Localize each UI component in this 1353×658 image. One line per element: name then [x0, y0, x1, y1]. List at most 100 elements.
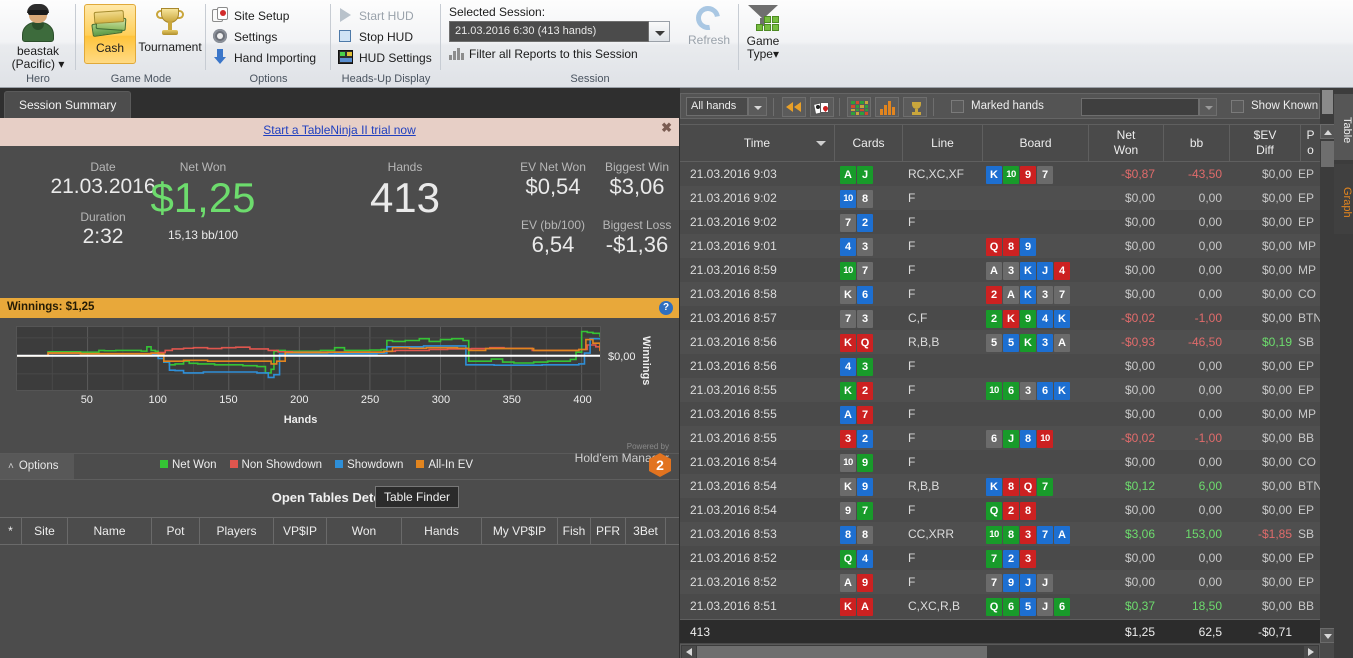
open-tables-column-header[interactable]: 3Bet	[626, 518, 666, 544]
table-row[interactable]: 21.03.2016 8:54 K 9 R,B,B K 8 Q 7 $0,12 6,00 $0,00…	[680, 474, 1320, 498]
marked-hands-select[interactable]	[1081, 98, 1199, 116]
table-row[interactable]: 21.03.2016 9:03 A J RC,XC,XF K 10 9 7 -$0,87 -43,…	[680, 162, 1320, 186]
table-row[interactable]: 21.03.2016 9:01 4 3 F Q 8 9 $0,00 0,00 $0,00 MP	[680, 234, 1320, 258]
column-header-net-won[interactable]: Net Won	[1089, 125, 1164, 161]
vertical-tab-table[interactable]: Table	[1334, 94, 1353, 160]
settings-button[interactable]: Settings	[212, 27, 277, 47]
table-row[interactable]: 21.03.2016 8:56 K Q R,B,B 5 5 K 3 A -$0,93 -46,50 $…	[680, 330, 1320, 354]
legend-item[interactable]: Showdown	[335, 459, 403, 471]
legend-item[interactable]: Non Showdown	[229, 459, 322, 471]
open-tables-column-header[interactable]: *	[0, 518, 22, 544]
filter-reports-checkbox[interactable]: Filter all Reports to this Session	[449, 47, 638, 61]
cash-mode-button[interactable]: Cash	[84, 4, 136, 64]
tab-session-summary[interactable]: Session Summary	[4, 91, 132, 118]
open-tables-column-header[interactable]: Won	[327, 518, 402, 544]
help-icon[interactable]: ?	[659, 301, 673, 315]
scroll-up-icon[interactable]	[1320, 124, 1335, 139]
open-tables-column-header[interactable]: Fish	[558, 518, 591, 544]
chart-plot-area	[16, 326, 601, 391]
hero-button[interactable]: beastak (Pacific) ▾	[0, 4, 76, 71]
table-row[interactable]: 21.03.2016 8:59 10 7 F A 3 K J 4 $0,00 0,00 $0,00 MP	[680, 258, 1320, 282]
cell-position: EP	[1298, 503, 1315, 517]
hand-importing-button[interactable]: Hand Importing	[212, 48, 316, 68]
hands-filter-chevron-down-icon[interactable]	[748, 97, 767, 116]
vertical-scroll-thumb[interactable]	[1321, 141, 1334, 167]
legend-item[interactable]: All-In EV	[416, 459, 473, 471]
site-setup-button[interactable]: Site Setup	[212, 6, 289, 26]
scroll-right-icon[interactable]	[1304, 646, 1318, 658]
trophy-button[interactable]	[903, 97, 927, 117]
table-row[interactable]: 21.03.2016 8:55 A 7 F $0,00 0,00 $0,00 MP	[680, 402, 1320, 426]
horizontal-scroll-thumb[interactable]	[697, 646, 987, 658]
cell-line: F	[908, 287, 916, 301]
promo-link[interactable]: Start a TableNinja II trial now	[0, 123, 679, 137]
refresh-button[interactable]: Refresh	[681, 1, 737, 47]
ribbon-group-session: Selected Session: 21.03.2016 6:30 (413 h…	[441, 0, 779, 88]
session-select[interactable]: 21.03.2016 6:30 (413 hands)	[449, 21, 649, 42]
open-tables-column-header[interactable]: PFR	[591, 518, 626, 544]
show-known-holecards-checkbox[interactable]	[1231, 100, 1244, 113]
rewind-button[interactable]	[782, 97, 806, 117]
table-row[interactable]: 21.03.2016 8:51 K A C,XC,R,B Q 6 5 J 6 $0,37 18,50…	[680, 594, 1320, 618]
chevron-down-icon[interactable]: ▾	[58, 57, 64, 71]
toolbar-scroll-thumb[interactable]	[1322, 90, 1333, 114]
toolbar-scroll-track[interactable]	[1320, 88, 1335, 124]
open-tables-column-header[interactable]: Site	[22, 518, 68, 544]
hands-horizontal-scrollbar[interactable]	[680, 644, 1320, 658]
hand-matrix-button[interactable]	[847, 97, 871, 117]
stop-hud-button[interactable]: Stop HUD	[337, 27, 413, 47]
table-row[interactable]: 21.03.2016 9:02 10 8 F $0,00 0,00 $0,00 EP	[680, 186, 1320, 210]
table-row[interactable]: 21.03.2016 8:54 10 9 F $0,00 0,00 $0,00 CO	[680, 450, 1320, 474]
scroll-down-icon[interactable]	[1320, 628, 1335, 643]
playing-card: 10	[840, 189, 856, 208]
table-row[interactable]: 21.03.2016 9:02 7 2 F $0,00 0,00 $0,00 EP	[680, 210, 1320, 234]
column-header-bb[interactable]: bb	[1164, 125, 1230, 161]
game-type-button[interactable]: Game Type▾	[737, 4, 789, 61]
chart-options-button[interactable]: ˄ Options	[0, 454, 74, 479]
column-header-position[interactable]: P o	[1301, 125, 1320, 161]
hands-filter-select[interactable]: All hands	[686, 97, 748, 116]
table-row[interactable]: 21.03.2016 8:56 4 3 F $0,00 0,00 $0,00 EP	[680, 354, 1320, 378]
open-tables-column-header[interactable]: Name	[68, 518, 152, 544]
table-row[interactable]: 21.03.2016 8:54 9 7 F Q 2 8 $0,00 0,00 $0,00 EP	[680, 498, 1320, 522]
bar-chart-button[interactable]	[875, 97, 899, 117]
hands-table-body[interactable]: 21.03.2016 9:03 A J RC,XC,XF K 10 9 7 -$0,87 -43,…	[680, 162, 1320, 619]
vertical-tab-graph[interactable]: Graph	[1334, 164, 1353, 234]
table-row[interactable]: 21.03.2016 8:53 8 8 CC,XRR 10 8 3 7 A $3,06 153,00…	[680, 522, 1320, 546]
legend-label: Net Won	[172, 459, 217, 471]
column-header-ev-diff[interactable]: $EV Diff	[1230, 125, 1301, 161]
close-icon[interactable]: ✖	[661, 120, 672, 136]
session-select-chevron-down-icon[interactable]	[649, 21, 670, 42]
open-tables-column-header[interactable]: Hands	[402, 518, 482, 544]
open-tables-column-header[interactable]: Players	[200, 518, 274, 544]
legend-item[interactable]: Net Won	[160, 459, 217, 471]
column-header-time[interactable]: Time	[680, 125, 835, 161]
chevron-down-icon[interactable]: ▾	[773, 47, 779, 61]
playing-card: 3	[1020, 525, 1036, 544]
cell-board-wrap	[986, 450, 1090, 474]
open-tables-column-header[interactable]: My VP$IP	[482, 518, 558, 544]
open-tables-column-header[interactable]: Pot	[152, 518, 200, 544]
table-row[interactable]: 21.03.2016 8:57 7 3 C,F 2 K 9 4 K -$0,02 -1,00 $0,0…	[680, 306, 1320, 330]
cards-button[interactable]	[810, 97, 834, 117]
marked-hands-checkbox[interactable]	[951, 100, 964, 113]
open-tables-column-header[interactable]: VP$IP	[274, 518, 327, 544]
marked-hands-chevron-down-icon[interactable]	[1199, 98, 1217, 116]
column-header-cards[interactable]: Cards	[835, 125, 903, 161]
start-hud-button[interactable]: Start HUD	[337, 6, 414, 26]
table-row[interactable]: 21.03.2016 8:55 K 2 F 10 6 3 6 K $0,00 0,00 $0,00 EP	[680, 378, 1320, 402]
cell-bb: 0,00	[1198, 551, 1222, 565]
playing-card: 6	[1054, 597, 1070, 616]
column-header-board[interactable]: Board	[983, 125, 1089, 161]
column-header-line[interactable]: Line	[903, 125, 983, 161]
hud-settings-button[interactable]: HUD Settings	[337, 48, 432, 68]
table-finder-button[interactable]: Table Finder	[375, 486, 460, 508]
tournament-mode-button[interactable]: Tournament	[138, 4, 202, 54]
hands-vertical-scrollbar[interactable]	[1320, 124, 1335, 643]
sort-descending-icon[interactable]	[816, 141, 826, 146]
table-row[interactable]: 21.03.2016 8:52 A 9 F 7 9 J J $0,00 0,00 $0,00 EP	[680, 570, 1320, 594]
table-row[interactable]: 21.03.2016 8:58 K 6 F 2 A K 3 7 $0,00 0,00 $0,00 CO	[680, 282, 1320, 306]
table-row[interactable]: 21.03.2016 8:52 Q 4 F 7 2 3 $0,00 0,00 $0,00 EP	[680, 546, 1320, 570]
scroll-left-icon[interactable]	[682, 646, 696, 658]
table-row[interactable]: 21.03.2016 8:55 3 2 F 6 J 8 10 -$0,02 -1,00 $0,00 B…	[680, 426, 1320, 450]
